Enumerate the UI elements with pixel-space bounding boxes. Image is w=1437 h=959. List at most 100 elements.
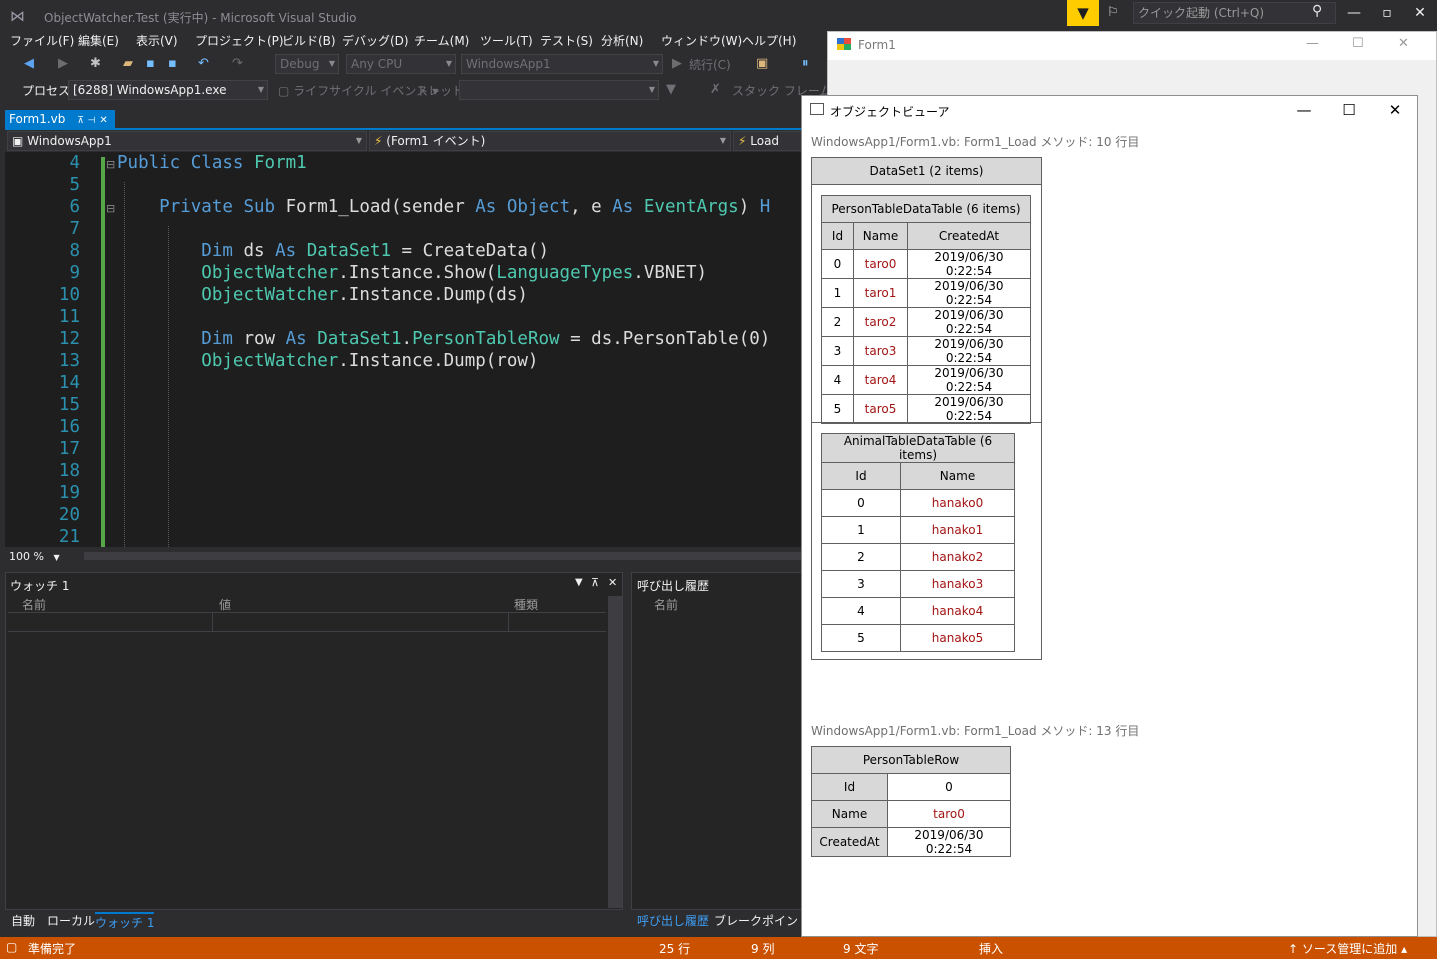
maximize-button[interactable]: ☐ [1352,36,1364,51]
table-row: Name taro0 [811,800,1011,828]
notification-filter-icon[interactable]: ▼ [1067,0,1099,26]
animal-table-title: AnimalTableDataTable (6 items) [821,433,1015,463]
process-select[interactable]: [6288] WindowsApp1.exe ▼ [68,80,268,100]
menu-view[interactable]: 表示(V) [136,32,178,49]
collapse-icon[interactable]: ⊟ [106,158,115,171]
close-button[interactable]: ✕ [1407,3,1433,23]
call-stack-title: 呼び出し履歴 [637,579,710,593]
undo-icon[interactable]: ↶ [198,56,209,71]
menu-edit[interactable]: 編集(E) [78,32,119,49]
menu-project[interactable]: プロジェクト(P) [195,32,284,49]
table-row: 5 taro5 2019/06/30 0:22:54 [821,394,1031,424]
dump-caption: WindowsApp1/Form1.vb: Form1_Load メソッド: 1… [811,135,1140,149]
cell-name: hanako0 [900,489,1015,517]
tab-form1-vb[interactable]: Form1.vb ⊼ ⊣ ✕ [5,110,115,129]
diagnostics-icon[interactable]: ▣ [756,56,768,71]
tab-breakpoints[interactable]: ブレークポイント [714,912,810,929]
save-icon[interactable]: ▪ [146,56,155,71]
tab-call-stack[interactable]: 呼び出し履歴 [637,912,709,929]
line-number: 14 [58,373,80,393]
line-number: 13 [58,351,80,371]
zoom-level[interactable]: 100 % ▼ [5,549,65,564]
col-header-id: Id [821,462,901,490]
menu-window[interactable]: ウィンドウ(W) [661,32,742,49]
source-control-button[interactable]: ↑ ソース管理に追加 ▴ [1288,940,1407,957]
watch-col-type[interactable]: 種類 [514,596,538,613]
table-row: 3 taro3 2019/06/30 0:22:54 [821,336,1031,366]
form1-titlebar [828,32,1436,60]
pin-icon[interactable]: ⊼ [77,116,84,126]
startup-project-select[interactable]: WindowsApp1 ▼ [461,54,663,74]
window-options-icon[interactable]: ▼ [575,577,583,588]
menu-tools[interactable]: ツール(T) [480,32,533,49]
line-number: 4 [69,153,80,173]
maximize-button[interactable]: ☐ [1334,101,1364,119]
visual-studio-logo-icon: ⋈ [10,7,25,25]
minimize-button[interactable]: — [1341,3,1367,23]
search-icon[interactable]: ⚲ [1312,3,1322,19]
arrow-up-icon: ↑ [1288,942,1299,956]
close-button[interactable]: ✕ [1398,36,1409,51]
watch-empty-row[interactable] [8,612,606,632]
cell-id: 3 [821,570,901,598]
tab-locals[interactable]: ローカル [47,912,95,929]
configuration-select[interactable]: Debug ▼ [275,54,339,74]
chevron-down-icon: ▼ [648,85,655,94]
tab-dock-icon[interactable]: ⊣ [88,116,96,126]
collapse-icon[interactable]: ⊟ [106,202,115,215]
table-row: 0 taro0 2019/06/30 0:22:54 [821,249,1031,279]
cell-name: hanako1 [900,516,1015,544]
forward-icon[interactable]: ▶ [58,56,68,71]
menu-test[interactable]: テスト(S) [540,32,593,49]
menu-build[interactable]: ビルド(B) [282,32,336,49]
feedback-icon[interactable]: ⚐ [1107,5,1125,21]
quick-launch-input[interactable]: クイック起動 (Ctrl+Q) [1133,2,1336,24]
tab-autos[interactable]: 自動 [11,912,35,929]
platform-select[interactable]: Any CPU ▼ [346,54,456,74]
minimize-button[interactable]: — [1306,36,1319,51]
filter-icon[interactable]: ▼ [666,82,676,97]
continue-icon[interactable]: ▶ [672,56,682,71]
minimize-button[interactable]: — [1289,101,1319,119]
back-icon[interactable]: ◀ [24,56,34,71]
save-all-icon[interactable]: ▪ [168,56,177,71]
pause-icon[interactable]: ⏸ [802,56,809,71]
maximize-button[interactable]: ▫ [1374,3,1400,23]
flag-threads-icon[interactable]: ✗ [710,82,721,97]
menu-team[interactable]: チーム(M) [414,32,469,49]
cell-name: taro4 [853,365,908,395]
chevron-down-icon: ▼ [355,136,362,145]
thread-select[interactable]: ▼ [459,80,659,100]
cell-name: hanako4 [900,597,1015,625]
line-number: 10 [58,285,80,305]
table-row: 0 hanako0 [821,489,1015,517]
cell-id: 1 [821,516,901,544]
pin-icon[interactable]: ⊼ [591,576,599,589]
redo-icon[interactable]: ↷ [232,56,243,71]
watch-col-name[interactable]: 名前 [22,596,46,613]
close-icon[interactable]: ✕ [608,576,617,589]
menu-analyze[interactable]: 分析(N) [601,32,643,49]
project-dropdown[interactable]: ▣ WindowsApp1 ▼ [7,131,367,151]
object-dropdown[interactable]: ⚡ (Form1 イベント) ▼ [369,131,731,151]
tab-close-icon[interactable]: ✕ [99,115,107,126]
new-project-icon[interactable]: ✱ [90,56,101,71]
tab-watch1[interactable]: ウォッチ 1 [95,912,155,931]
vertical-scrollbar[interactable] [608,596,622,908]
cell-createdat: 2019/06/30 0:22:54 [907,278,1031,308]
line-number: 11 [58,307,80,327]
open-file-icon[interactable]: ▰ [123,56,133,71]
animal-table: AnimalTableDataTable (6 items) Id Name 0… [821,433,1015,652]
close-button[interactable]: ✕ [1380,101,1410,119]
continue-button[interactable]: 続行(C) [689,56,731,73]
call-stack-col-name[interactable]: 名前 [654,596,678,613]
line-number: 6 [69,197,80,217]
menu-help[interactable]: ヘルプ(H) [742,32,796,49]
menu-debug[interactable]: デバッグ(D) [342,32,409,49]
watch-col-value[interactable]: 値 [219,596,231,613]
status-bar [0,937,1437,959]
dump-caption: WindowsApp1/Form1.vb: Form1_Load メソッド: 1… [811,724,1140,738]
menu-file[interactable]: ファイル(F) [10,32,74,49]
lifecycle-events-button[interactable]: ▢ ライフサイクル イベント ▾ [278,82,438,99]
horizontal-scrollbar[interactable] [84,552,824,560]
